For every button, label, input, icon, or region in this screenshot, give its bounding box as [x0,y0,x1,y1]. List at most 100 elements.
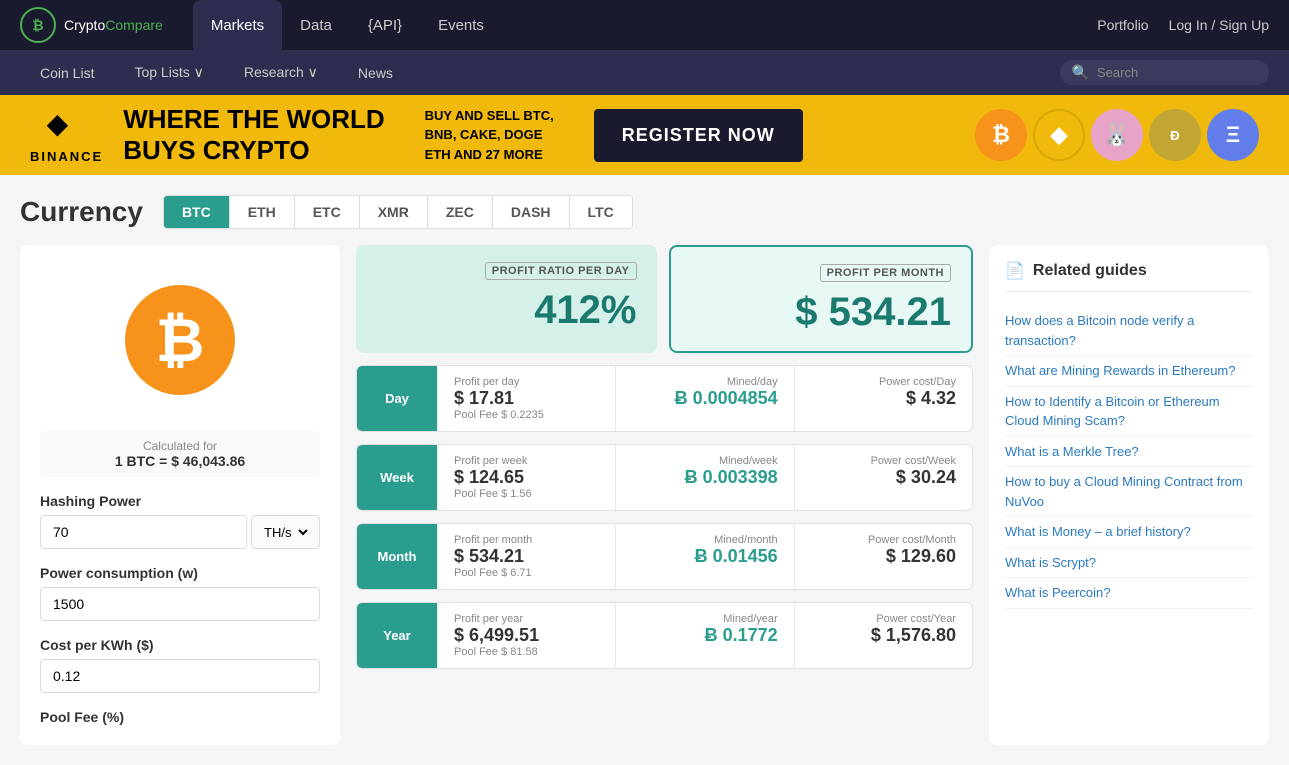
profit-month-label: PROFIT PER MONTH [820,264,951,282]
period-year-row: Year Profit per year $ 6,499.51 Pool Fee… [356,602,973,669]
currency-header: Currency BTC ETH ETC XMR ZEC DASH LTC [20,195,1269,229]
tab-etc[interactable]: ETC [295,196,360,228]
sec-nav-research[interactable]: Research ∨ [224,50,338,95]
week-power: Power cost/Week $ 30.24 [794,445,972,510]
guide-link-3[interactable]: How to Identify a Bitcoin or Ethereum Cl… [1005,387,1253,437]
banner-coins: ₿ ◆ 🐰 Ð Ξ [975,109,1259,161]
tab-zec[interactable]: ZEC [428,196,493,228]
cost-kwh-group: Cost per KWh ($) [40,637,320,693]
hashing-power-label: Hashing Power [40,493,320,509]
binance-label: BINANCE [30,149,103,164]
currency-tabs: BTC ETH ETC XMR ZEC DASH LTC [163,195,633,229]
btc-icon-area: ₿ [40,265,320,415]
month-mined: Mined/month Ƀ 0.01456 [615,524,793,589]
hashing-power-group: Hashing Power TH/s GH/s MH/s [40,493,320,549]
banner: ◆ BINANCE WHERE THE WORLDBUYS CRYPTO BUY… [0,95,1289,175]
tab-ltc[interactable]: LTC [570,196,632,228]
tab-btc[interactable]: BTC [164,196,230,228]
guide-link-4[interactable]: What is a Merkle Tree? [1005,437,1253,468]
profit-ratio-card: PROFIT RATIO PER DAY 412% [356,245,657,353]
hashing-power-row: TH/s GH/s MH/s [40,515,320,549]
power-label: Power consumption (w) [40,565,320,581]
period-day-row: Day Profit per day $ 17.81 Pool Fee $ 0.… [356,365,973,432]
power-input[interactable] [40,587,320,621]
sec-nav-news[interactable]: News [338,50,413,95]
portfolio-link[interactable]: Portfolio [1097,17,1148,33]
tab-xmr[interactable]: XMR [360,196,428,228]
related-guides-header: 📄 Related guides [1005,261,1253,292]
period-week-row: Week Profit per week $ 124.65 Pool Fee $… [356,444,973,511]
banner-headline: WHERE THE WORLDBUYS CRYPTO [123,104,384,166]
day-mined: Mined/day Ƀ 0.0004854 [615,366,793,431]
calculator-area: ₿ Calculated for 1 BTC = $ 46,043.86 Has… [20,245,1269,745]
cost-label: Cost per KWh ($) [40,637,320,653]
guide-link-1[interactable]: How does a Bitcoin node verify a transac… [1005,306,1253,356]
year-power: Power cost/Year $ 1,576.80 [794,603,972,668]
guide-link-7[interactable]: What is Scrypt? [1005,548,1253,579]
main-nav: Markets Data {API} Events [193,0,502,50]
week-mined: Mined/week Ƀ 0.003398 [615,445,793,510]
banner-logo: ◆ BINANCE [30,107,103,164]
profit-ratio-value: 412% [376,288,637,333]
profit-month-value: $ 534.21 [691,290,952,335]
nav-api[interactable]: {API} [350,0,420,50]
search-icon: 🔍 [1072,64,1089,81]
pool-fee-label: Pool Fee (%) [40,709,320,725]
profit-top-cards: PROFIT RATIO PER DAY 412% PROFIT PER MON… [356,245,973,353]
power-consumption-group: Power consumption (w) [40,565,320,621]
sec-nav-toplists[interactable]: Top Lists ∨ [114,50,223,95]
related-guides-panel: 📄 Related guides How does a Bitcoin node… [989,245,1269,745]
profit-ratio-label: PROFIT RATIO PER DAY [485,262,637,280]
year-mined: Mined/year Ƀ 0.1772 [615,603,793,668]
profit-area: PROFIT RATIO PER DAY 412% PROFIT PER MON… [356,245,973,745]
binance-diamond-icon: ◆ [47,107,87,147]
profit-month-card: PROFIT PER MONTH $ 534.21 [669,245,974,353]
logo-text: CryptoCompare [64,17,163,33]
day-label: Day [357,366,437,431]
guide-link-2[interactable]: What are Mining Rewards in Ethereum? [1005,356,1253,387]
related-guides-title: Related guides [1033,262,1147,280]
calc-for-display: Calculated for 1 BTC = $ 46,043.86 [40,431,320,477]
period-month-row: Month Profit per month $ 534.21 Pool Fee… [356,523,973,590]
register-button[interactable]: REGISTER NOW [594,109,803,162]
main-content: Currency BTC ETH ETC XMR ZEC DASH LTC ₿ … [0,175,1289,765]
btc-coin-icon: ₿ [975,109,1027,161]
day-profit: Profit per day $ 17.81 Pool Fee $ 0.2235 [437,366,615,431]
hashing-unit-select[interactable]: TH/s GH/s MH/s [260,524,311,541]
tab-dash[interactable]: DASH [493,196,570,228]
hashing-unit-selector[interactable]: TH/s GH/s MH/s [251,515,320,549]
week-profit: Profit per week $ 124.65 Pool Fee $ 1.56 [437,445,615,510]
secondary-navigation: Coin List Top Lists ∨ Research ∨ News 🔍 [0,50,1289,95]
login-link[interactable]: Log In / Sign Up [1169,17,1269,33]
cost-input[interactable] [40,659,320,693]
day-power: Power cost/Day $ 4.32 [794,366,972,431]
guide-link-5[interactable]: How to buy a Cloud Mining Contract from … [1005,467,1253,517]
btc-logo: ₿ [125,285,235,395]
nav-events[interactable]: Events [420,0,502,50]
month-power: Power cost/Month $ 129.60 [794,524,972,589]
search-box[interactable]: 🔍 [1060,60,1269,85]
logo-icon: ₿ [20,7,56,43]
hashing-power-input[interactable] [40,515,247,549]
sec-nav-coinlist[interactable]: Coin List [20,50,114,95]
nav-markets[interactable]: Markets [193,0,282,50]
search-input[interactable] [1097,65,1257,80]
bnb-coin-icon: ◆ [1033,109,1085,161]
tab-eth[interactable]: ETH [230,196,295,228]
banner-subtext: BUY AND SELL BTC,BNB, CAKE, DOGEETH AND … [425,106,554,165]
pool-fee-group: Pool Fee (%) [40,709,320,725]
logo[interactable]: ₿ CryptoCompare [20,7,163,43]
nav-data[interactable]: Data [282,0,350,50]
guide-link-8[interactable]: What is Peercoin? [1005,578,1253,609]
eth-coin-icon: Ξ [1207,109,1259,161]
doge-coin-icon: Ð [1149,109,1201,161]
calc-inputs: ₿ Calculated for 1 BTC = $ 46,043.86 Has… [20,245,340,745]
month-profit: Profit per month $ 534.21 Pool Fee $ 6.7… [437,524,615,589]
page-title: Currency [20,196,143,228]
year-label: Year [357,603,437,668]
guide-link-6[interactable]: What is Money – a brief history? [1005,517,1253,548]
week-label: Week [357,445,437,510]
year-profit: Profit per year $ 6,499.51 Pool Fee $ 81… [437,603,615,668]
top-navigation: ₿ CryptoCompare Markets Data {API} Event… [0,0,1289,50]
bunny-coin-icon: 🐰 [1091,109,1143,161]
